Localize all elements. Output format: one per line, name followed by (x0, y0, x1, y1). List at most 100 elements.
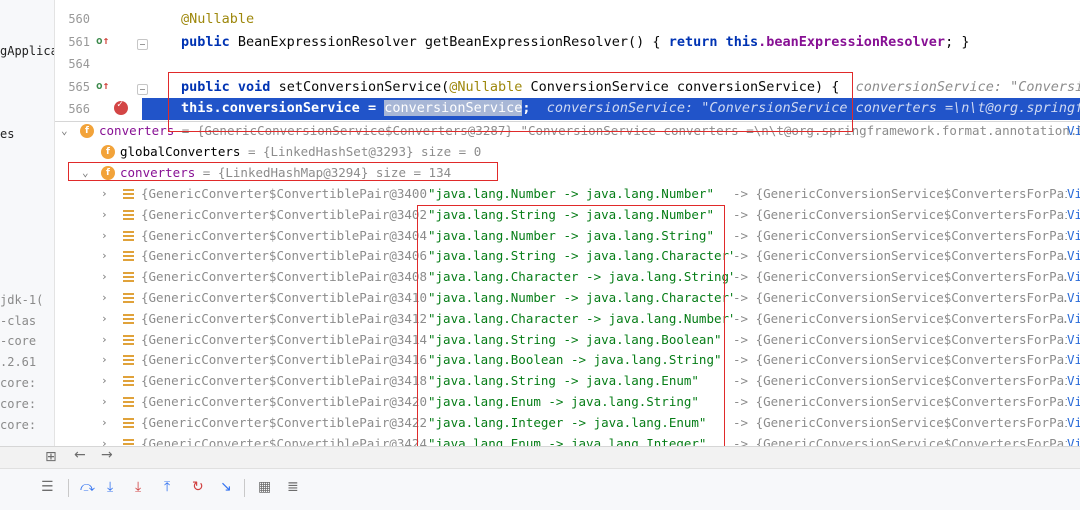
view-link[interactable]: Vi (1067, 267, 1080, 288)
expand-arrow-icon[interactable]: › (101, 288, 108, 308)
map-entry-icon (123, 334, 134, 345)
view-link[interactable]: Vi (1067, 412, 1080, 433)
override-marker-icon[interactable]: o↑ (96, 79, 109, 92)
expand-arrow-icon[interactable]: › (101, 434, 108, 446)
view-link[interactable]: Vi (1067, 246, 1080, 267)
view-link[interactable]: Vi (1067, 184, 1080, 204)
project-tree-item[interactable]: jdk-1( (0, 293, 43, 307)
map-entry-icon (123, 355, 134, 366)
force-step-into-icon[interactable]: ⤓ (135, 479, 141, 495)
line-number: 566 (68, 102, 90, 116)
entry-pair: "java.lang.Number -> java.lang.Number" (428, 184, 714, 204)
map-entry-icon (123, 417, 134, 428)
toolbar-separator (244, 479, 245, 497)
highlight-box-pairs (417, 205, 725, 448)
view-link[interactable]: Vi (1067, 122, 1080, 141)
map-entry-icon (123, 230, 134, 241)
step-over-icon[interactable]: ⤼ (80, 479, 95, 495)
entry-key: {GenericConverter$ConvertiblePair@3406} (141, 248, 435, 264)
highlight-box-converters (68, 162, 498, 181)
drop-frame-icon[interactable]: ↻ (192, 479, 204, 495)
code-line-561: public BeanExpressionResolver getBeanExp… (181, 34, 970, 50)
fold-icon[interactable] (137, 84, 148, 95)
entry-key: {GenericConverter$ConvertiblePair@3420} (141, 394, 435, 409)
expand-arrow-icon[interactable]: › (101, 330, 108, 350)
view-link[interactable]: Vi (1067, 204, 1080, 225)
tree-row-global-converters[interactable]: f globalConverters = {LinkedHashSet@3293… (55, 142, 1080, 162)
entry-key: {GenericConverter$ConvertiblePair@3404} (141, 227, 435, 243)
entry-value: -> {GenericConversionService$ConvertersF… (733, 308, 1072, 329)
map-entry-icon (123, 209, 134, 220)
code-line-560: @Nullable (181, 11, 255, 27)
entry-key: {GenericConverter$ConvertiblePair@3412} (141, 310, 435, 326)
trace-stream-icon[interactable]: ≣ (287, 479, 299, 495)
map-entry-icon (123, 313, 134, 324)
map-entry-row[interactable]: › {GenericConverter$ConvertiblePair@3400}… (55, 184, 1080, 204)
entry-value: -> {GenericConversionService$ConvertersF… (733, 225, 1080, 246)
entry-key: {GenericConverter$ConvertiblePair@3402} (141, 206, 435, 222)
expand-arrow-icon[interactable]: › (101, 184, 108, 204)
evaluate-expression-icon[interactable]: ▦ (258, 479, 271, 495)
collapse-arrow-icon[interactable]: ⌄ (61, 122, 68, 141)
run-to-cursor-icon[interactable]: ↘ (220, 479, 232, 495)
view-link[interactable]: Vi (1067, 225, 1080, 246)
forward-arrow-icon[interactable]: → (101, 447, 113, 463)
map-entry-icon (123, 376, 134, 387)
project-tree-item[interactable]: core: (0, 397, 36, 411)
field-icon: f (101, 145, 115, 159)
entry-key: {GenericConverter$ConvertiblePair@3418} (141, 373, 435, 389)
entry-value: -> {GenericConversionService$ConvertersF… (733, 204, 1080, 225)
step-into-icon[interactable]: ⤓ (107, 479, 113, 495)
project-tree-item[interactable]: gApplica (0, 44, 54, 58)
view-link[interactable]: Vi (1067, 392, 1080, 412)
step-out-icon[interactable]: ⤒ (164, 479, 170, 495)
expand-arrow-icon[interactable]: › (101, 413, 108, 433)
field-icon: f (80, 124, 94, 138)
entry-key: {GenericConverter$ConvertiblePair@3410} (141, 290, 435, 305)
view-link[interactable]: Vi (1067, 308, 1080, 329)
fold-icon[interactable] (137, 39, 148, 50)
expand-arrow-icon[interactable]: › (101, 205, 108, 225)
project-tree-item[interactable]: .2.61 (0, 355, 36, 369)
toolbar-separator (68, 479, 69, 497)
entry-value: -> {GenericConversionService$ConvertersF… (733, 371, 1080, 392)
view-link[interactable]: Vi (1067, 350, 1080, 371)
entry-value: -> {GenericConversionService$ConvertersF… (733, 433, 1080, 446)
expand-arrow-icon[interactable]: › (101, 267, 108, 287)
view-link[interactable]: Vi (1067, 288, 1080, 308)
entry-value: -> {GenericConversionService$ConvertersF… (733, 184, 1080, 204)
view-link[interactable]: Vi (1067, 329, 1080, 350)
project-tree-item[interactable]: -core (0, 334, 36, 348)
project-tree-item[interactable]: core: (0, 418, 36, 432)
highlight-box-method (168, 72, 853, 132)
entry-key: {GenericConverter$ConvertiblePair@3408} (141, 269, 435, 285)
entry-key: {GenericConverter$ConvertiblePair@3400} (141, 186, 435, 201)
expand-arrow-icon[interactable]: › (101, 392, 108, 412)
breakpoint-icon[interactable] (114, 99, 128, 115)
debug-toolbar: ☰ ⤼ ⤓ ⤓ ⤒ ↻ ↘ ▦ ≣ (0, 468, 1080, 510)
map-entry-icon (123, 251, 134, 262)
map-entry-icon (123, 272, 134, 283)
entry-key: {GenericConverter$ConvertiblePair@3414} (141, 331, 435, 347)
expand-arrow-icon[interactable]: › (101, 350, 108, 370)
line-number: 564 (68, 57, 90, 71)
project-tree-item[interactable]: core: (0, 376, 36, 390)
line-number: 561 (68, 35, 90, 49)
menu-icon[interactable]: ☰ (41, 479, 54, 495)
layout-icon[interactable]: ⊞ (45, 449, 57, 465)
view-link[interactable]: Vi (1067, 371, 1080, 392)
entry-value: -> {GenericConversionService$ConvertersF… (733, 267, 1072, 288)
line-number: 560 (68, 12, 90, 26)
entry-value: -> {GenericConversionService$ConvertersF… (733, 392, 1080, 412)
view-link[interactable]: Vi (1067, 433, 1080, 446)
expand-arrow-icon[interactable]: › (101, 309, 108, 329)
project-tree-item[interactable]: es (0, 127, 14, 141)
expand-arrow-icon[interactable]: › (101, 226, 108, 246)
project-tree-item[interactable]: -clas (0, 314, 36, 328)
override-marker-icon[interactable]: o↑ (96, 34, 109, 47)
expand-arrow-icon[interactable]: › (101, 246, 108, 266)
back-arrow-icon[interactable]: ← (74, 447, 86, 463)
expand-arrow-icon[interactable]: › (101, 371, 108, 391)
line-number: 565 (68, 80, 90, 94)
entry-key: {GenericConverter$ConvertiblePair@3416} (141, 352, 435, 368)
